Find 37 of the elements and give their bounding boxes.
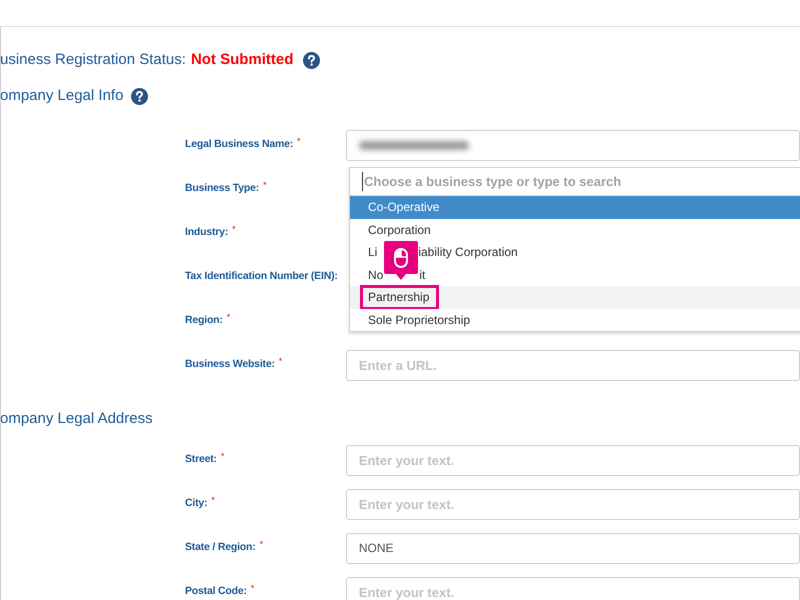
section-heading: ompany Legal Info xyxy=(1,86,124,106)
required-mark: * xyxy=(263,181,267,190)
required-mark: * xyxy=(226,313,230,322)
input-field[interactable]: Enter a URL. xyxy=(346,350,800,380)
field-label: Business Website: xyxy=(185,357,275,372)
field-label: Legal Business Name: xyxy=(185,137,294,152)
input-field[interactable] xyxy=(346,130,800,160)
status-value: Not Submitted xyxy=(190,50,294,70)
input-field[interactable]: Enter your text. xyxy=(346,444,800,476)
mouse-callout-icon xyxy=(384,241,418,281)
field-label: Industry: xyxy=(185,225,228,240)
field-label: Tax Identification Number (EIN): xyxy=(185,269,338,284)
required-mark: * xyxy=(232,225,236,234)
dropdown-option[interactable]: Sole Proprietorship xyxy=(350,308,800,331)
field-label: Postal Code: xyxy=(185,584,247,600)
required-mark: * xyxy=(278,357,282,366)
field-label: Street: xyxy=(185,452,217,468)
input-field[interactable]: Enter your text. xyxy=(346,488,800,520)
help-icon[interactable] xyxy=(303,52,320,68)
select-field[interactable]: NONE xyxy=(346,532,800,564)
required-mark: * xyxy=(211,496,215,506)
field-label: Region: xyxy=(185,313,223,328)
field-label: State / Region: xyxy=(185,540,256,556)
section-heading: ompany Legal Address xyxy=(1,408,153,429)
required-mark: * xyxy=(250,584,254,594)
dropdown-option[interactable]: Co-Operative xyxy=(350,196,800,218)
required-mark: * xyxy=(297,137,301,146)
search-field[interactable]: Choose a business type or type to search xyxy=(362,172,796,192)
dropdown-option[interactable]: Partnership xyxy=(350,286,800,308)
status-label: usiness Registration Status: xyxy=(1,50,186,70)
dropdown-option[interactable]: Corporation xyxy=(350,218,800,241)
field-label: Business Type: xyxy=(185,181,260,196)
input-field[interactable]: Enter your text. xyxy=(346,576,800,600)
required-mark: * xyxy=(220,452,224,462)
help-icon[interactable] xyxy=(131,88,148,104)
required-mark: * xyxy=(260,540,264,550)
field-label: City: xyxy=(185,496,208,512)
